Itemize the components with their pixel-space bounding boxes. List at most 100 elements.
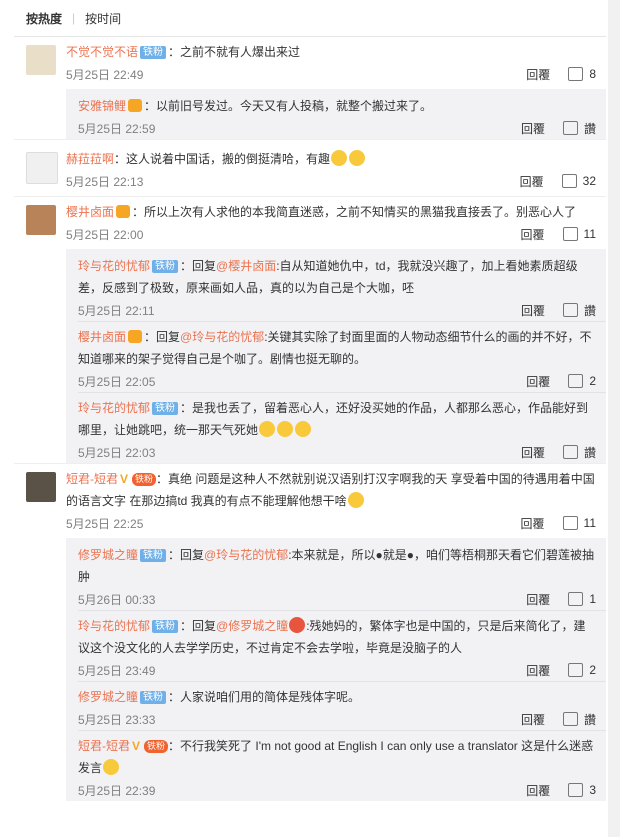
reply-time: 5月25日 23:49: [78, 663, 156, 678]
vip-icon: [128, 330, 143, 343]
vip-icon: [116, 205, 131, 218]
reply-author[interactable]: 玲与花的忧郁: [78, 401, 150, 415]
reply-author[interactable]: 修罗城之瞳: [78, 690, 138, 704]
comment-author[interactable]: 不觉不觉不语: [66, 45, 138, 59]
fan-badge[interactable]: 铁粉: [132, 473, 157, 486]
angry-emoji-icon: [289, 617, 306, 633]
mention-link[interactable]: @玲与花的忧郁: [180, 330, 264, 344]
reply-author[interactable]: 樱井卤面: [78, 330, 126, 344]
reply-author[interactable]: 修罗城之瞳: [78, 548, 138, 562]
reply-item: 短君-短君 V 铁粉 ：不行我笑死了 I'm not good at English …: [78, 731, 606, 801]
reply-button[interactable]: 回覆: [526, 782, 550, 799]
fan-badge[interactable]: 铁粉: [140, 46, 167, 59]
like-icon[interactable]: [562, 516, 578, 530]
comment-time: 5月25日 22:25: [66, 516, 144, 531]
avatar[interactable]: [26, 205, 56, 235]
reply-time: 5月25日 22:05: [78, 374, 156, 389]
reply-button[interactable]: 回覆: [521, 120, 545, 137]
comment-author[interactable]: 樱井卤面: [66, 205, 114, 219]
scrollbar[interactable]: [608, 0, 620, 837]
comment-text: ：之前不就有人爆出来过: [168, 45, 301, 59]
reply-author[interactable]: 玲与花的忧郁: [78, 259, 150, 273]
like-count: 讚: [583, 303, 596, 318]
reply-button[interactable]: 回覆: [526, 66, 550, 83]
avatar[interactable]: [26, 45, 56, 75]
comment-item: 樱井卤面 ：所以上次有人求他的本我简直迷惑，之前不知情买的黑猫我直接丢了。别恶心人…: [14, 197, 606, 464]
reply-list: 玲与花的忧郁 铁粉 ：回复@樱井卤面:自从知道她仇中，td，我就没兴趣了，加上看她素…: [66, 249, 606, 463]
reply-button[interactable]: 回覆: [521, 226, 545, 243]
like-count: 讚: [583, 712, 596, 727]
emoji-icon: [259, 421, 276, 437]
mention-link[interactable]: @玲与花的忧郁: [204, 548, 288, 562]
reply-item: 樱井卤面 ：回复@玲与花的忧郁:关键其实除了封面里面的人物动态细节什么的画的并不好…: [78, 322, 606, 393]
reply-time: 5月25日 22:59: [78, 121, 156, 136]
fan-badge[interactable]: 铁粉: [144, 740, 169, 753]
reply-author[interactable]: 玲与花的忧郁: [78, 619, 150, 633]
like-icon[interactable]: [562, 303, 578, 317]
reply-item: 修罗城之瞳 铁粉 ：人家说咱们用的简体是残体字呢。 5月25日 23:33 回覆 讚: [78, 682, 606, 731]
emoji-icon: [103, 759, 120, 775]
like-count: 32: [582, 174, 596, 188]
reply-button[interactable]: 回覆: [521, 515, 545, 532]
like-icon[interactable]: [568, 783, 584, 797]
avatar[interactable]: [26, 152, 58, 184]
like-icon[interactable]: [562, 445, 578, 459]
comment-item: 赫菈菈啊：这人说着中国话，搬的倒挺清哈，有趣 5月25日 22:13 回覆 32: [14, 140, 606, 197]
reply-button[interactable]: 回覆: [526, 662, 550, 679]
like-count: 8: [589, 67, 596, 81]
fan-badge[interactable]: 铁粉: [140, 691, 167, 704]
mention-link[interactable]: @樱井卤面: [216, 259, 276, 273]
like-icon[interactable]: [562, 121, 578, 135]
comment-time: 5月25日 22:13: [66, 174, 144, 189]
reply-item: 安雅锦鲤 ：以前旧号发过。今天又有人投稿，就整个搬过来了。 5月25日 22:59…: [78, 91, 606, 139]
fan-badge[interactable]: 铁粉: [140, 549, 167, 562]
like-icon[interactable]: [562, 227, 578, 241]
like-count: 2: [589, 663, 596, 677]
like-count: 讚: [583, 445, 596, 460]
like-icon[interactable]: [568, 67, 584, 81]
comment-item: 短君-短君 V 铁粉 ：真绝 问题是这种人不然就别说汉语别打汉字啊我的天 享受着中国的…: [14, 464, 606, 801]
emoji-icon: [347, 492, 364, 508]
reply-button[interactable]: 回覆: [526, 373, 550, 390]
fan-badge[interactable]: 铁粉: [152, 402, 179, 415]
reply-item: 玲与花的忧郁 铁粉 ：回复@樱井卤面:自从知道她仇中，td，我就没兴趣了，加上看她素…: [78, 251, 606, 322]
like-icon[interactable]: [568, 374, 584, 388]
reply-text: ：人家说咱们用的简体是残体字呢。: [168, 690, 361, 704]
reply-time: 5月25日 23:33: [78, 712, 156, 727]
avatar[interactable]: [26, 472, 56, 502]
sort-by-hot[interactable]: 按热度: [26, 10, 62, 27]
like-count: 2: [589, 374, 596, 388]
reply-list: 修罗城之瞳 铁粉 ：回复@玲与花的忧郁:本来就是，所以●就是●，咱们等梧桐那天看它们…: [66, 538, 606, 801]
like-icon[interactable]: [568, 592, 584, 606]
comment-text: ：这人说着中国话，搬的倒挺清哈，有趣: [114, 152, 331, 166]
like-icon[interactable]: [562, 712, 578, 726]
reply-time: 5月25日 22:39: [78, 783, 156, 798]
reply-button[interactable]: 回覆: [526, 591, 550, 608]
reply-author[interactable]: 安雅锦鲤: [78, 99, 126, 113]
reply-time: 5月25日 22:11: [78, 303, 155, 318]
comment-time: 5月25日 22:49: [66, 67, 144, 82]
reply-button[interactable]: 回覆: [520, 173, 544, 190]
reply-time: 5月25日 22:03: [78, 445, 156, 460]
like-count: 3: [589, 783, 596, 797]
like-count: 讚: [583, 121, 596, 136]
like-icon[interactable]: [561, 174, 577, 188]
reply-author[interactable]: 短君-短君: [78, 739, 130, 753]
fan-badge[interactable]: 铁粉: [152, 620, 179, 633]
reply-button[interactable]: 回覆: [521, 444, 545, 461]
sort-by-time[interactable]: 按时间: [85, 10, 121, 27]
comment-author[interactable]: 短君-短君: [66, 472, 118, 486]
comment-section: 按热度 | 按时间 不觉不觉不语 铁粉 ：之前不就有人爆出来过 5月25日 22:4…: [14, 0, 606, 801]
comment-author[interactable]: 赫菈菈啊: [66, 152, 114, 166]
reply-button[interactable]: 回覆: [521, 711, 545, 728]
thumbs-up-icon: [349, 150, 366, 166]
like-icon[interactable]: [568, 663, 584, 677]
reply-button[interactable]: 回覆: [521, 302, 545, 319]
vip-icon: [128, 99, 143, 112]
reply-item: 修罗城之瞳 铁粉 ：回复@玲与花的忧郁:本来就是，所以●就是●，咱们等梧桐那天看它们…: [78, 540, 606, 611]
comment-text: ：所以上次有人求他的本我简直迷惑，之前不知情买的黑猫我直接丢了。别恶心人了: [132, 205, 577, 219]
fan-badge[interactable]: 铁粉: [152, 260, 179, 273]
emoji-icon: [277, 421, 294, 437]
reply-item: 玲与花的忧郁 铁粉 ：回复@修罗城之瞳:残她妈的，繁体字也是中国的，只是后来简化了，…: [78, 611, 606, 682]
mention-link[interactable]: @修罗城之瞳: [216, 619, 288, 633]
